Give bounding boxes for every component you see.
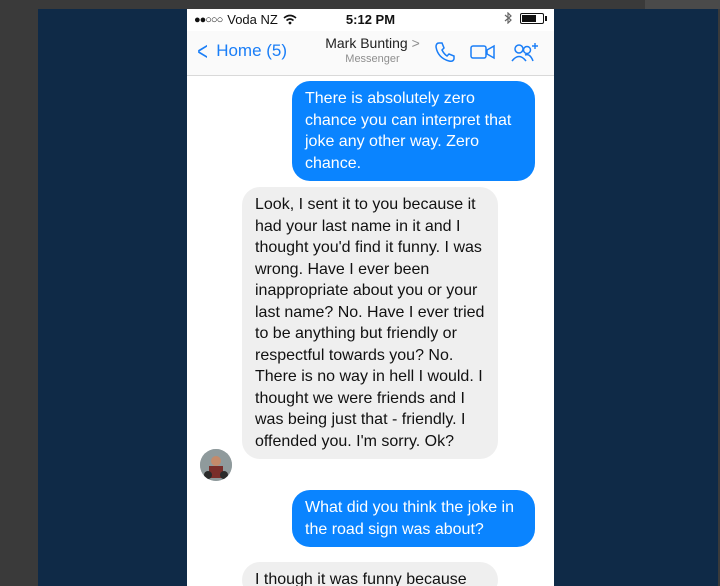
message-bubble-incoming[interactable]: Look, I sent it to you because it had yo… bbox=[242, 187, 498, 459]
add-people-icon[interactable] bbox=[510, 41, 540, 63]
background-strip bbox=[645, 0, 720, 9]
back-button[interactable]: < Home (5) bbox=[195, 36, 288, 66]
avatar[interactable] bbox=[200, 449, 232, 481]
battery-icon bbox=[520, 12, 547, 24]
contact-title[interactable]: Mark Bunting > Messenger bbox=[305, 35, 440, 65]
chevron-right-icon: > bbox=[411, 35, 420, 51]
back-label: Home (5) bbox=[216, 41, 288, 60]
message-bubble-outgoing[interactable]: What did you think the joke in the road … bbox=[292, 490, 535, 547]
contact-name: Mark Bunting bbox=[325, 35, 408, 51]
avatar-photo-icon bbox=[200, 449, 232, 481]
conversation-header: < Home (5) Mark Bunting > Messenger bbox=[187, 31, 554, 76]
phone-screen: ●●○○○ Voda NZ 5:12 PM < Home (5) Mark Bu… bbox=[187, 9, 554, 586]
phone-icon[interactable] bbox=[434, 41, 456, 63]
message-thread[interactable]: There is absolutely zero chance you can … bbox=[187, 76, 554, 586]
message-bubble-incoming[interactable]: I though it was funny because bbox=[242, 562, 498, 586]
contact-subtitle: Messenger bbox=[345, 53, 400, 65]
bluetooth-icon bbox=[504, 12, 512, 24]
battery-level-fill bbox=[522, 14, 536, 22]
video-camera-icon[interactable] bbox=[470, 43, 496, 61]
message-bubble-outgoing[interactable]: There is absolutely zero chance you can … bbox=[292, 81, 535, 181]
clock: 5:12 PM bbox=[345, 12, 396, 27]
chevron-left-icon: < bbox=[197, 36, 208, 66]
status-bar: ●●○○○ Voda NZ 5:12 PM bbox=[187, 9, 554, 31]
